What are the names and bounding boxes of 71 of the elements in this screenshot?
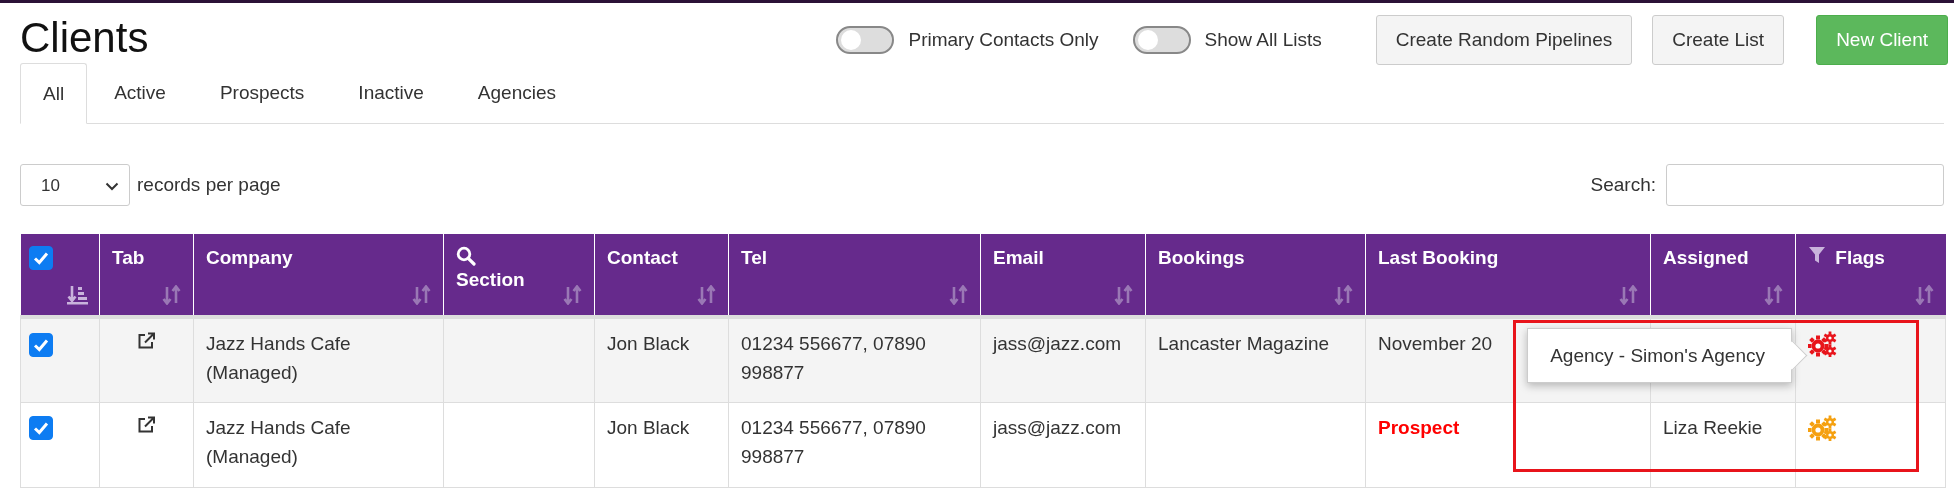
- toggle-label: Show All Lists: [1204, 29, 1322, 51]
- filter-icon[interactable]: [1808, 246, 1826, 264]
- tab[interactable]: Active: [87, 63, 193, 124]
- sort-icon[interactable]: [1618, 285, 1640, 305]
- table-cell: Jon Black: [607, 333, 690, 354]
- column-header[interactable]: Assigned: [1650, 234, 1796, 317]
- gears-icon[interactable]: [1808, 331, 1838, 357]
- action-button[interactable]: Create Random Pipelines: [1375, 15, 1633, 65]
- sort-icon[interactable]: [562, 285, 584, 305]
- column-header[interactable]: Bookings: [1145, 234, 1366, 317]
- column-header[interactable]: Contact: [594, 234, 729, 317]
- tab[interactable]: Agencies: [450, 63, 583, 124]
- row-checkbox[interactable]: [29, 333, 53, 357]
- external-link-icon[interactable]: [137, 415, 156, 434]
- page-length-select[interactable]: 10: [20, 164, 130, 206]
- table-cell: jass@jazz.com: [993, 416, 1122, 438]
- table-cell: Jazz Hands Cafe (Managed): [206, 333, 351, 383]
- column-label: Email: [993, 247, 1044, 268]
- column-label: Tab: [112, 247, 145, 268]
- action-button[interactable]: Create List: [1652, 15, 1785, 65]
- column-label: Bookings: [1158, 247, 1245, 268]
- toggle-switch[interactable]: [1132, 26, 1191, 54]
- tab[interactable]: Inactive: [331, 63, 451, 124]
- table-cell: Jon Black: [607, 416, 690, 438]
- tooltip: Agency - Simon's Agency: [1527, 328, 1792, 383]
- column-header[interactable]: Last Booking: [1365, 234, 1651, 317]
- search-field[interactable]: [1666, 164, 1944, 206]
- column-header[interactable]: Tab: [99, 234, 194, 317]
- column-label: Contact: [607, 247, 678, 268]
- column-label: Assigned: [1663, 247, 1749, 268]
- sort-icon[interactable]: [411, 285, 433, 305]
- table-cell: November 20: [1378, 333, 1493, 354]
- column-header[interactable]: Company: [193, 234, 444, 317]
- sort-icon[interactable]: [1913, 285, 1936, 305]
- status-text: Prospect: [1378, 416, 1460, 438]
- column-label: Company: [206, 247, 293, 268]
- sort-icon[interactable]: [1763, 285, 1785, 305]
- external-link-icon[interactable]: [137, 332, 156, 350]
- tab[interactable]: Prospects: [192, 63, 332, 124]
- table-cell: Liza Reekie: [1663, 416, 1763, 438]
- chevron-icon: [105, 181, 119, 191]
- column-header[interactable]: Tel: [728, 234, 981, 317]
- column-label: Flags: [1835, 247, 1885, 268]
- sort-icon[interactable]: [1113, 285, 1135, 305]
- column-header[interactable]: Flags: [1795, 234, 1946, 317]
- page-length-label: records per page: [137, 174, 281, 196]
- table-cell: 01234 556677, 07890 998877: [741, 416, 926, 467]
- search-icon[interactable]: [456, 246, 476, 266]
- sort-icon[interactable]: [1333, 285, 1355, 305]
- column-header[interactable]: [20, 234, 100, 317]
- gears-icon[interactable]: [1808, 414, 1838, 441]
- table-cell: Jazz Hands Cafe (Managed): [206, 416, 351, 467]
- column-label: Last Booking: [1378, 247, 1499, 268]
- table-cell: jass@jazz.com: [993, 333, 1122, 354]
- select-all-checkbox[interactable]: [28, 246, 53, 270]
- tab[interactable]: All: [20, 63, 88, 124]
- sort-icon[interactable]: [696, 285, 718, 305]
- sort-icon[interactable]: [67, 285, 89, 305]
- search-label: Search:: [1590, 174, 1656, 196]
- sort-icon[interactable]: [161, 285, 183, 305]
- toggle-switch[interactable]: [836, 26, 895, 54]
- page-title: Clients: [20, 17, 149, 59]
- table-cell: 01234 556677, 07890 998877: [741, 333, 926, 383]
- column-label: Tel: [741, 247, 768, 268]
- sort-icon[interactable]: [948, 285, 970, 305]
- toggle-label: Primary Contacts Only: [908, 29, 1099, 51]
- table-cell: Lancaster Magazine: [1158, 333, 1330, 354]
- row-checkbox[interactable]: [29, 416, 53, 441]
- column-header[interactable]: Section: [443, 234, 595, 317]
- column-label: Section: [456, 269, 525, 290]
- column-header[interactable]: Email: [980, 234, 1146, 317]
